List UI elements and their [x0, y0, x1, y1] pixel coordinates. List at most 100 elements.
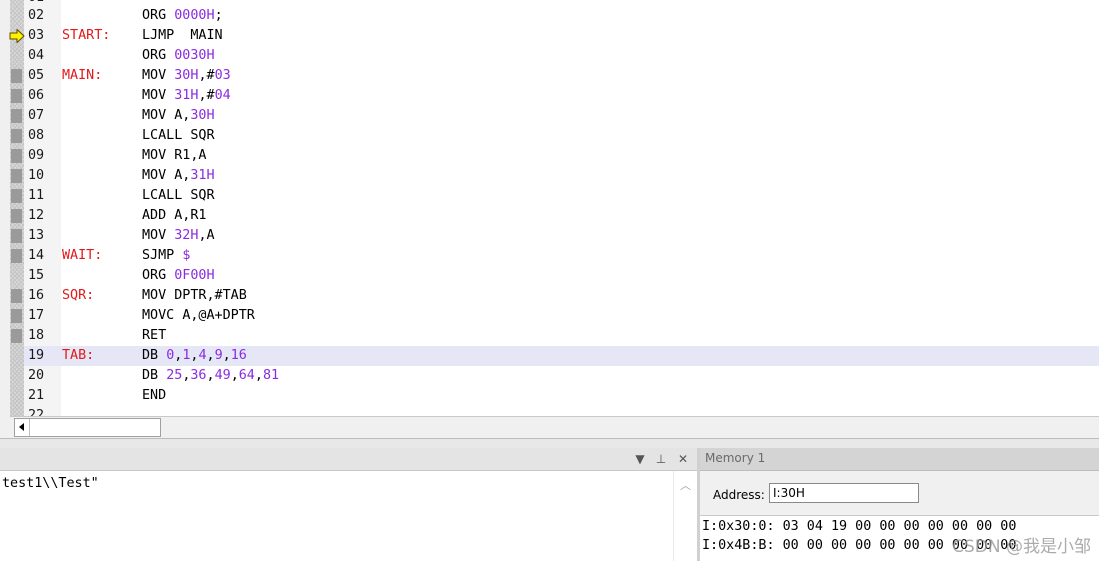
code-line[interactable]: 03 START: LJMP MAIN [9, 26, 1099, 46]
executable-line-marker [11, 89, 22, 103]
line-number: 08 [28, 128, 45, 143]
operand-value: 30H [174, 68, 199, 83]
operand-value: 32H [174, 228, 199, 243]
mnemonic: RET [142, 328, 175, 343]
mnemonic: MOV [142, 108, 175, 123]
operand-text: ,# [198, 88, 215, 103]
line-number: 07 [28, 108, 45, 123]
code-instruction: RET [142, 326, 174, 346]
mnemonic: MOV [142, 168, 175, 183]
code-line[interactable]: 15 ORG 0F00H [24, 266, 1099, 286]
line-number: 17 [28, 308, 45, 323]
code-line[interactable]: 19 TAB: DB 0,1,4,9,16 [24, 346, 1099, 366]
code-line[interactable]: 08 LCALL SQR [11, 126, 1099, 146]
operand-text: A,R1 [174, 208, 207, 223]
code-label: MAIN: [62, 68, 103, 83]
mnemonic: MOV [142, 148, 175, 163]
mnemonic: LJMP [142, 28, 183, 43]
code-instruction: MOV DPTR,#TAB [142, 286, 247, 306]
operand-text: ,# [198, 68, 215, 83]
operand-text: SQR [190, 188, 215, 203]
dropdown-icon[interactable]: ▼ [632, 451, 648, 467]
mnemonic: LCALL [142, 128, 191, 143]
operand-text: , [254, 368, 263, 383]
breakpoint-margin[interactable] [10, 0, 24, 416]
code-instruction: MOV 31H,#04 [142, 86, 231, 106]
executable-line-marker [11, 149, 22, 163]
watermark: CSDN @我是小邹 [952, 537, 1091, 557]
scroll-up-arrow-icon[interactable]: ︿ [680, 477, 691, 493]
code-line[interactable]: 13 MOV 32H,A [11, 226, 1099, 246]
code-line[interactable]: 12 ADD A,R1 [11, 206, 1099, 226]
operand-value: 4 [198, 348, 207, 363]
line-number: 10 [28, 168, 45, 183]
line-number: 16 [28, 288, 45, 303]
pin-icon[interactable]: ⊥ [653, 451, 669, 467]
mnemonic: LCALL [142, 188, 191, 203]
scrollbar-track[interactable] [14, 418, 161, 437]
operand-text: A,@A+DPTR [182, 308, 255, 323]
mnemonic: MOV [142, 68, 175, 83]
code-line[interactable]: 20 DB 25,36,49,64,81 [24, 366, 1099, 386]
operand-value: 64 [238, 368, 255, 383]
executable-line-marker [11, 309, 22, 323]
operand-value: 36 [190, 368, 207, 383]
code-instruction: LCALL SQR [142, 186, 215, 206]
code-label: START: [62, 28, 111, 43]
mnemonic: MOV [142, 88, 175, 103]
close-icon[interactable]: ✕ [675, 451, 691, 467]
code-line[interactable]: 04 ORG 0030H [24, 46, 1099, 66]
code-editor[interactable]: 01 02ORG 0000H;03START:LJMP MAIN04ORG 00… [0, 0, 1099, 440]
operand-text: , [206, 348, 215, 363]
output-window-header: ▼ ⊥ ✕ [0, 448, 697, 471]
executable-line-marker [11, 289, 22, 303]
output-text: test1\\Test" [2, 476, 99, 491]
code-instruction: MOV 32H,A [142, 226, 215, 246]
operand-value: 16 [230, 348, 247, 363]
line-number: 04 [28, 48, 45, 63]
operand-text: DPTR,#TAB [174, 288, 247, 303]
operand-text: SQR [190, 128, 215, 143]
scroll-left-arrow-icon[interactable] [15, 419, 30, 436]
code-line[interactable]: 16 SQR: MOV DPTR,#TAB [11, 286, 1099, 306]
code-line[interactable]: 09 MOV R1,A [11, 146, 1099, 166]
code-line[interactable]: 05 MAIN: MOV 30H,#03 [11, 66, 1099, 86]
executable-line-marker [11, 249, 22, 263]
code-line[interactable]: 06 MOV 31H,#04 [11, 86, 1099, 106]
operand-value: 31H [190, 168, 215, 183]
code-instruction: MOV A,30H [142, 106, 215, 126]
output-vertical-scrollbar[interactable]: ︿ [673, 471, 698, 561]
line-number: 06 [28, 88, 45, 103]
code-line[interactable]: 07 MOV A,30H [11, 106, 1099, 126]
code-line[interactable]: 11 LCALL SQR [11, 186, 1099, 206]
operand-value: 25 [166, 368, 183, 383]
operand-value: 49 [214, 368, 231, 383]
operand-value: 0000H [174, 8, 215, 23]
code-line[interactable]: 21 END [24, 386, 1099, 406]
operand-text: A, [174, 108, 191, 123]
address-input[interactable] [769, 483, 919, 503]
executable-line-marker [11, 229, 22, 243]
code-instruction: ORG 0030H [142, 46, 215, 66]
mnemonic: MOVC [142, 308, 183, 323]
code-line[interactable]: 10 MOV A,31H [11, 166, 1099, 186]
line-number: 18 [28, 328, 45, 343]
current-line-arrow-icon [9, 29, 25, 43]
operand-value: 0030H [174, 48, 215, 63]
code-line[interactable]: 18 RET [11, 326, 1099, 346]
mnemonic: SJMP [142, 248, 183, 263]
code-line[interactable]: 14 WAIT: SJMP $ [11, 246, 1099, 266]
code-line[interactable]: 02 ORG 0000H; [24, 6, 1099, 26]
executable-line-marker [11, 69, 22, 83]
line-number: 14 [28, 248, 45, 263]
horizontal-scrollbar[interactable] [10, 416, 1099, 439]
code-instruction: ORG 0000H; [142, 6, 223, 26]
operand-text: , [222, 348, 231, 363]
operand-value: 04 [214, 88, 231, 103]
address-label: Address: [713, 488, 765, 502]
code-line[interactable]: 17 MOVC A,@A+DPTR [11, 306, 1099, 326]
executable-line-marker [11, 169, 22, 183]
operand-value: 30H [190, 108, 215, 123]
operand-value: 31H [174, 88, 199, 103]
code-instruction: END [142, 386, 174, 406]
